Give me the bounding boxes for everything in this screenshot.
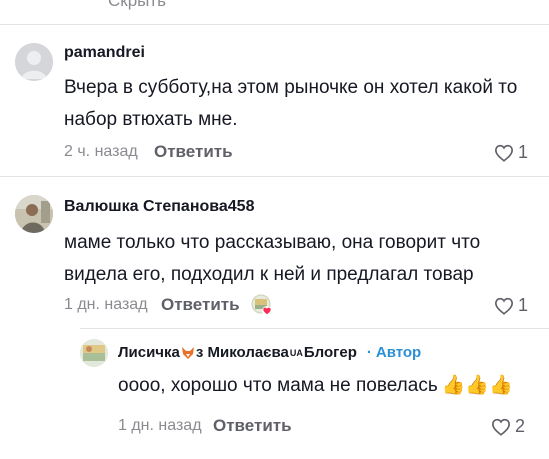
avatar[interactable] xyxy=(15,43,53,81)
divider xyxy=(0,176,549,177)
reply-username[interactable]: Лисичка з Миколаєва UA Блогер · Автор xyxy=(118,344,421,361)
user-photo-icon xyxy=(15,195,53,233)
creator-liked-icon xyxy=(251,294,272,316)
like-button[interactable]: 2 xyxy=(491,416,525,437)
comment-timestamp: 2 ч. назад xyxy=(64,143,138,160)
reply-text-content: оооо, хорошо что мама не повелась xyxy=(118,375,438,396)
ua-tag: UA xyxy=(289,347,303,358)
author-badge: · Автор xyxy=(366,344,422,361)
author-label: Автор xyxy=(375,344,422,361)
comment-text: маме только что рассказываю, она говорит… xyxy=(64,227,480,291)
heart-icon xyxy=(494,297,514,315)
creator-liked-badge xyxy=(251,294,273,316)
comment-text-line: видела его, подходил к ней и предлагал т… xyxy=(64,264,474,285)
comment-text: Вчера в субботу,на этом рыночке он хотел… xyxy=(64,72,517,136)
comment-timestamp: 1 дн. назад xyxy=(64,296,148,313)
like-count: 1 xyxy=(518,142,529,162)
username-part: з Миколаєва xyxy=(195,344,289,361)
fox-icon xyxy=(181,346,195,360)
heart-icon xyxy=(491,418,511,436)
comment-text-line: Вчера в субботу,на этом рыночке он хотел… xyxy=(64,77,518,98)
username-part: Блогер xyxy=(303,344,357,361)
comment-text-line: набор втюхать мне. xyxy=(64,109,238,130)
chevron-up-icon: ⌃ xyxy=(176,0,187,9)
thumbs-up-emoji: 👍👍👍 xyxy=(441,375,513,396)
comment-username[interactable]: Валюшка Степанова458 xyxy=(64,198,254,216)
hide-replies-label: Скрыть xyxy=(108,0,167,10)
reply-text: оооо, хорошо что мама не повелась 👍👍👍 xyxy=(118,370,513,402)
divider xyxy=(0,24,549,25)
hide-replies-link[interactable]: Скрыть ⌃ xyxy=(108,0,187,11)
like-button[interactable]: 1 xyxy=(494,142,528,163)
comment-username[interactable]: pamandrei xyxy=(64,44,145,62)
reply-button[interactable]: Ответить xyxy=(213,416,292,436)
default-avatar-icon xyxy=(15,43,53,81)
like-count: 1 xyxy=(518,295,529,315)
comment-text-line: маме только что рассказываю, она говорит… xyxy=(64,232,481,253)
reply-button[interactable]: Ответить xyxy=(154,142,233,162)
avatar[interactable] xyxy=(15,195,53,233)
reply-button[interactable]: Ответить xyxy=(161,295,240,315)
like-button[interactable]: 1 xyxy=(494,295,528,316)
username-part: Лисичка xyxy=(118,344,180,361)
divider xyxy=(80,328,549,329)
user-photo-icon xyxy=(80,339,108,367)
like-count: 2 xyxy=(515,416,526,436)
reply-timestamp: 1 дн. назад xyxy=(118,417,202,434)
heart-icon xyxy=(494,144,514,162)
avatar[interactable] xyxy=(80,339,108,367)
